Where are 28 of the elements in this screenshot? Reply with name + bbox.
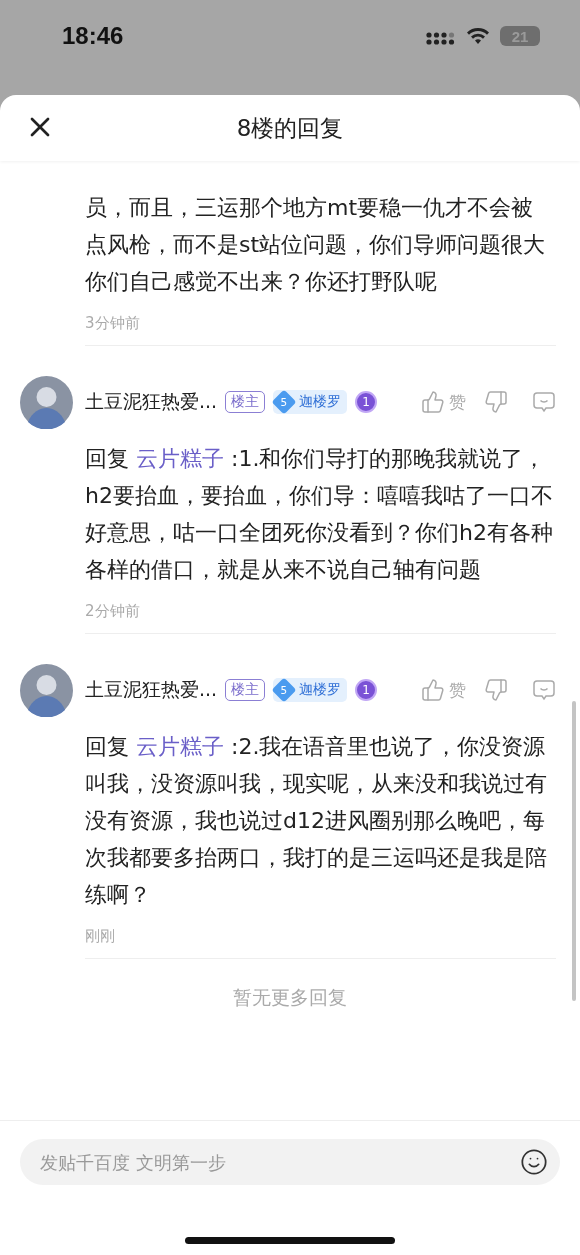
comment-field[interactable]: 发贴千百度 文明第一步	[20, 1139, 560, 1185]
mention-link[interactable]: 云片糕子	[136, 446, 224, 471]
reply-text: 回复 云片糕子 :1.和你们导打的那晚我就说了，h2要抬血，要抬血，你们导：嘻嘻我咕了一口不好意思，咕一口全团死你没看到？你们h2有各种各样的借口，就是从来不说自己轴有问题	[84, 445, 554, 584]
timestamp: 刚刚	[84, 927, 116, 946]
owner-tag: 楼主	[225, 679, 266, 701]
end-note: 暂无更多回复	[233, 985, 347, 1010]
timestamp: 3分钟前	[84, 314, 141, 333]
level-tag: 5 迦楼罗	[273, 678, 348, 702]
owner-tag: 楼主	[225, 391, 266, 413]
comment-button[interactable]	[532, 390, 556, 414]
reply-text: 员，而且，三运那个地方mt要稳一仇才不会被点风枪，而不是st站位问题，你们导师问题很大你们自己感觉不出来？你还打野队呢	[84, 194, 547, 296]
medal-badge: 1	[355, 679, 378, 701]
level-tag: 5 迦楼罗	[273, 390, 348, 414]
avatar[interactable]	[20, 375, 73, 429]
dislike-button[interactable]	[484, 390, 508, 414]
dislike-button[interactable]	[484, 678, 508, 702]
username[interactable]: 土豆泥狂热爱...	[85, 389, 218, 415]
timestamp: 2分钟前	[84, 602, 141, 621]
emoji-icon[interactable]	[520, 1148, 548, 1176]
medal-badge: 1	[355, 391, 378, 413]
reply-text: 回复 云片糕子 :2.我在语音里也说了，你没资源叫我，没资源叫我，现实呢，从来没和我说过有没有资源，我也说过d12进风圈别那么晚吧，每次我都要多抬两口，我打的是三运吗还是我是陪练啊？	[84, 733, 548, 909]
mention-link[interactable]: 云片糕子	[136, 734, 224, 759]
sheet-title: 8楼的回复	[236, 113, 344, 143]
wifi-icon	[466, 27, 490, 45]
comment-button[interactable]	[532, 678, 556, 702]
status-time: 18:46	[62, 22, 124, 50]
username[interactable]: 土豆泥狂热爱...	[85, 677, 218, 703]
avatar[interactable]	[20, 663, 73, 717]
